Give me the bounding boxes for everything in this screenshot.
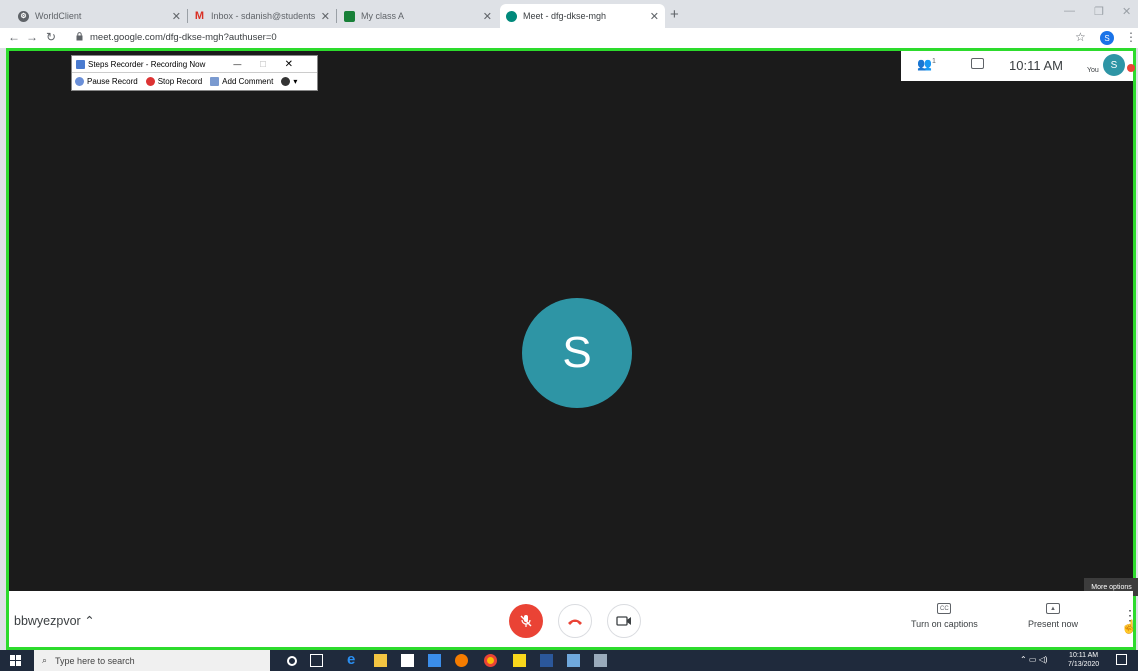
hand-cursor-icon: ☝: [1121, 619, 1138, 634]
leave-call-button[interactable]: [558, 604, 592, 638]
url-field[interactable]: meet.google.com/dfg-dkse-mgh?authuser=0: [90, 32, 277, 43]
present-now-button[interactable]: ▲ Present now: [1028, 603, 1078, 629]
bookmark-star-icon[interactable]: ☆: [1075, 30, 1086, 44]
participant-count: 1: [931, 58, 936, 65]
steps-recorder-title: Steps Recorder - Recording Now: [88, 59, 206, 69]
new-tab-button[interactable]: +: [670, 6, 679, 23]
camera-icon: [616, 616, 631, 626]
close-icon[interactable]: ✕: [285, 59, 293, 70]
close-tab-icon[interactable]: ✕: [483, 10, 492, 23]
worldclient-icon: ⚙: [18, 10, 29, 22]
pause-record-label: Pause Record: [87, 76, 138, 86]
cortana-icon[interactable]: [287, 656, 297, 666]
close-window-icon[interactable]: ✕: [1122, 5, 1131, 18]
close-tab-icon[interactable]: ✕: [650, 10, 659, 23]
hang-up-icon: [568, 619, 582, 625]
meet-icon: [506, 10, 517, 22]
edge-icon[interactable]: e: [347, 651, 360, 668]
stop-record-button[interactable]: Stop Record: [145, 76, 203, 87]
clock-date: 7/13/2020: [1068, 661, 1100, 668]
present-icon: ▲: [1046, 603, 1061, 614]
captions-label: Turn on captions: [911, 619, 978, 629]
tab-worldclient[interactable]: ⚙ WorldClient ✕: [12, 4, 188, 28]
pause-icon: [75, 77, 84, 87]
tab-divider: [336, 9, 337, 23]
profile-avatar[interactable]: S: [1100, 31, 1114, 45]
people-icon[interactable]: 👥1: [917, 57, 936, 71]
taskbar-search-box[interactable]: ⌕ Type here to search: [34, 650, 270, 671]
windows-taskbar: ⌕ Type here to search e ⌃ ▭ ◁) 10:11 AM …: [0, 650, 1138, 671]
forward-icon[interactable]: →: [26, 30, 38, 44]
steps-recorder-window: Steps Recorder - Recording Now — ☐ ✕ Pau…: [71, 55, 318, 91]
chat-icon[interactable]: [971, 58, 984, 69]
chrome-icon[interactable]: [484, 654, 497, 667]
meet-bottom-bar: bbwyezpvor ⌃ CC Turn on captions ▲ Prese…: [9, 591, 1137, 647]
help-button[interactable]: ▾: [281, 77, 297, 87]
meeting-code: bbwyezpvor: [14, 614, 81, 628]
tab-inbox[interactable]: M Inbox - sdanish@students.au.ed ✕: [188, 4, 337, 28]
meeting-clock: 10:11 AM: [1009, 58, 1063, 73]
tab-title: Meet - dfg-dkse-mgh: [523, 11, 607, 21]
search-icon: ⌕: [42, 655, 48, 665]
meet-viewport: Steps Recorder - Recording Now — ☐ ✕ Pau…: [6, 48, 1138, 650]
self-label: You: [1087, 67, 1099, 74]
maximize-icon: ☐: [259, 59, 267, 69]
word-icon[interactable]: [540, 654, 553, 667]
classroom-icon: [344, 10, 355, 22]
firefox-icon[interactable]: [455, 654, 468, 667]
lock-icon: [76, 32, 83, 41]
steps-recorder-toolbar: Pause Record Stop Record Add Comment ▾: [72, 73, 317, 90]
system-tray-icons[interactable]: ⌃ ▭ ◁): [1020, 655, 1048, 664]
minimize-icon[interactable]: —: [1064, 5, 1075, 17]
notifications-icon[interactable]: [1116, 654, 1127, 665]
search-placeholder: Type here to search: [55, 655, 135, 666]
maximize-icon[interactable]: ❐: [1094, 5, 1104, 18]
steps-recorder-titlebar: Steps Recorder - Recording Now — ☐ ✕: [72, 56, 317, 73]
taskbar-clock[interactable]: 10:11 AM 7/13/2020: [1068, 651, 1099, 669]
mic-off-icon: [520, 615, 532, 627]
mail-icon[interactable]: [428, 654, 441, 667]
mic-muted-badge: [1127, 64, 1135, 72]
tab-title: Inbox - sdanish@students.au.ed: [211, 11, 315, 21]
participant-avatar: S: [522, 298, 632, 408]
stop-record-label: Stop Record: [157, 76, 203, 86]
chevron-up-icon: ⌃: [84, 614, 95, 628]
self-avatar[interactable]: S: [1103, 54, 1125, 76]
close-tab-icon[interactable]: ✕: [321, 10, 330, 23]
present-label: Present now: [1028, 619, 1079, 629]
back-icon[interactable]: ←: [8, 30, 20, 44]
add-comment-button[interactable]: Add Comment: [210, 76, 274, 87]
windows-start-icon[interactable]: [10, 655, 21, 666]
tab-meet[interactable]: Meet - dfg-dkse-mgh ✕: [500, 4, 665, 28]
stop-icon: [145, 77, 155, 87]
browser-menu-icon[interactable]: ⋮: [1125, 30, 1137, 44]
tab-title: WorldClient: [35, 11, 82, 21]
reload-icon[interactable]: ↻: [46, 30, 56, 44]
address-bar-row: ← → ↻ meet.google.com/dfg-dkse-mgh?authu…: [0, 28, 1138, 48]
minimize-icon[interactable]: —: [233, 60, 241, 69]
camera-toggle-button[interactable]: [607, 604, 641, 638]
steps-recorder-taskbar-icon[interactable]: [594, 654, 607, 667]
task-view-icon[interactable]: [310, 654, 323, 667]
browser-tab-strip: ⚙ WorldClient ✕ M Inbox - sdanish@studen…: [0, 0, 1138, 28]
pause-record-button[interactable]: Pause Record: [75, 76, 138, 87]
add-comment-label: Add Comment: [222, 76, 274, 86]
tab-title: My class A: [361, 11, 405, 21]
meet-top-info-bar: 👥1 10:11 AM You S: [901, 51, 1135, 81]
tab-my-class[interactable]: My class A ✕: [338, 4, 498, 28]
meeting-details-button[interactable]: bbwyezpvor ⌃: [14, 613, 95, 628]
help-icon: [281, 77, 291, 87]
store-icon[interactable]: [401, 654, 414, 667]
app-icon[interactable]: [567, 654, 580, 667]
gmail-icon: M: [194, 10, 205, 22]
sticky-notes-icon[interactable]: [513, 654, 526, 667]
comment-icon: [210, 77, 220, 87]
captions-icon: CC: [937, 603, 952, 614]
steps-recorder-icon: [76, 59, 85, 69]
file-explorer-icon[interactable]: [374, 654, 387, 667]
clock-time: 10:11 AM: [1069, 652, 1099, 659]
captions-button[interactable]: CC Turn on captions: [911, 603, 978, 629]
mic-toggle-button[interactable]: [509, 604, 543, 638]
close-tab-icon[interactable]: ✕: [172, 10, 181, 23]
